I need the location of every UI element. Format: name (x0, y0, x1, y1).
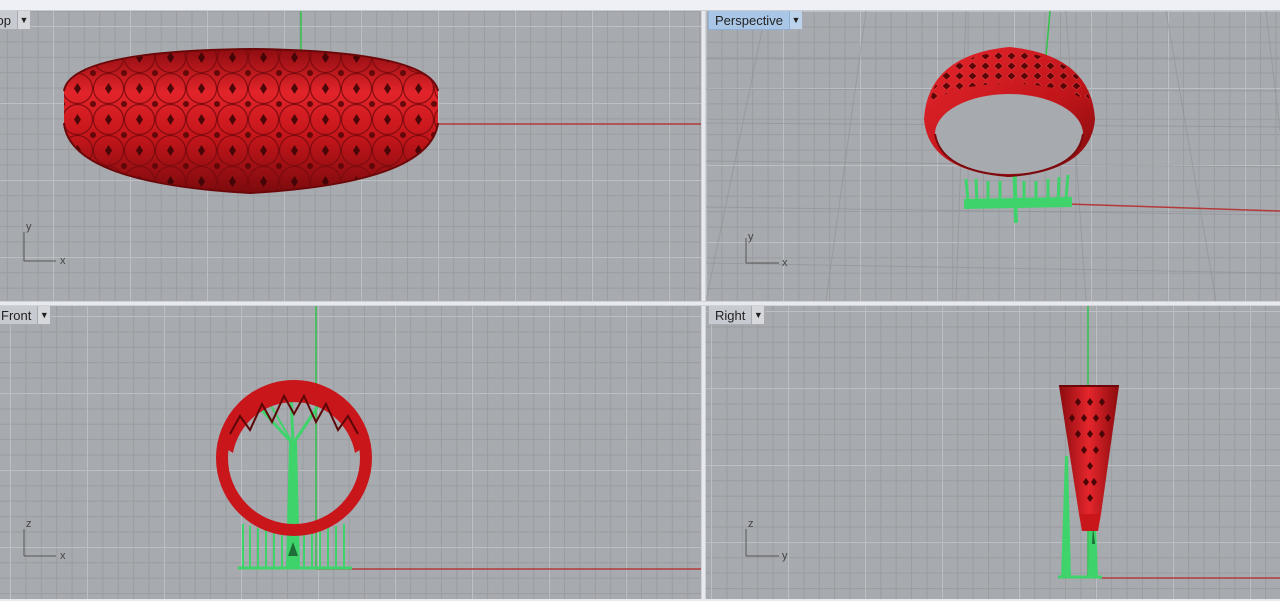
viewport-right-label: Right (708, 306, 753, 325)
axis-indicator-right (745, 529, 779, 557)
viewport-splitter-horizontal[interactable] (0, 301, 1280, 306)
perspective-view-scene: y x (706, 11, 1280, 301)
viewport-splitter-vertical[interactable] (701, 11, 706, 601)
viewport-top-title[interactable]: Top ▼ (0, 11, 31, 30)
viewport-front-title[interactable]: Front ▼ (0, 306, 52, 325)
viewport-front[interactable]: Front ▼ z x (0, 306, 701, 599)
axis-label-z: z (26, 518, 32, 530)
axis-label-x: x (782, 257, 788, 269)
top-view-scene: y x (23, 11, 701, 267)
viewport-right-title[interactable]: Right ▼ (708, 306, 766, 325)
viewport-right[interactable]: Right ▼ z y (706, 306, 1280, 599)
viewport-perspective[interactable]: Perspective ▼ y x (706, 11, 1280, 301)
axis-label-y: y (748, 231, 754, 243)
viewport-top[interactable]: Top ▼ (0, 11, 701, 301)
axis-indicator-front (23, 529, 56, 557)
front-view-scene: z x (23, 306, 701, 570)
axis-label-y: y (26, 221, 32, 233)
triangle-down-icon[interactable]: ▼ (17, 11, 31, 30)
viewport-front-label: Front (0, 306, 39, 325)
viewport-top-label: Top (0, 11, 18, 30)
axis-label-x: x (60, 255, 66, 267)
window-top-strip (0, 0, 1280, 11)
ring-top-view (63, 47, 439, 195)
triangle-down-icon[interactable]: ▼ (789, 11, 803, 30)
viewport-perspective-label: Perspective (708, 11, 790, 30)
axis-label-x: x (60, 550, 66, 562)
viewport-perspective-title[interactable]: Perspective ▼ (708, 11, 803, 30)
right-view-scene: z y (745, 306, 1280, 579)
axis-label-z: z (748, 518, 754, 530)
x-axis-line (1035, 202, 1280, 212)
axis-indicator-top (23, 232, 56, 262)
axis-label-y: y (782, 550, 788, 562)
triangle-down-icon[interactable]: ▼ (38, 306, 52, 325)
triangle-down-icon[interactable]: ▼ (752, 306, 766, 325)
